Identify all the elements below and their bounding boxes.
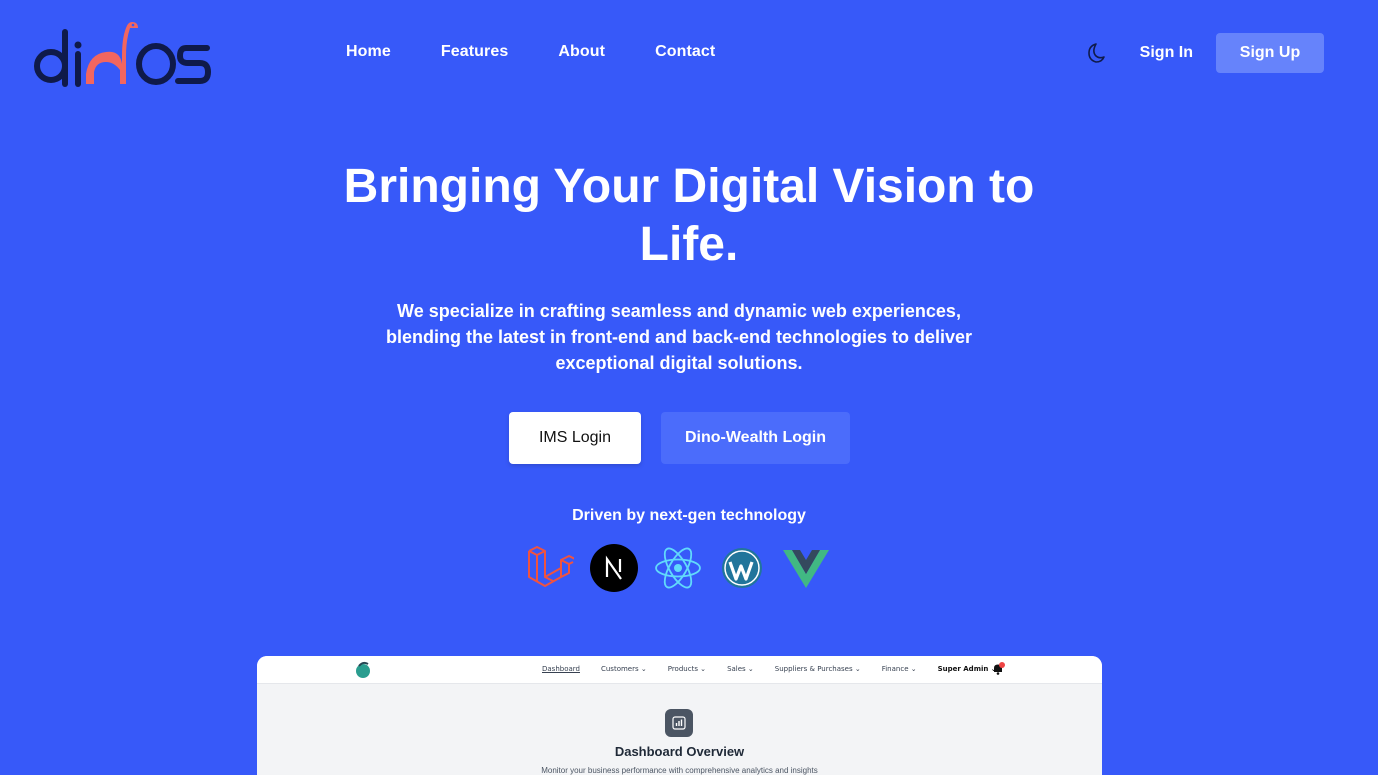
site-header: Home Features About Contact Sign In Sign… bbox=[0, 0, 1378, 106]
hero-title-line-2: Life. bbox=[639, 218, 739, 271]
header-actions: Sign In Sign Up bbox=[1082, 33, 1324, 73]
ims-login-button[interactable]: IMS Login bbox=[509, 412, 641, 464]
preview-nav-super-admin[interactable]: Super Admin ⌄ bbox=[938, 665, 997, 673]
wordpress-icon bbox=[718, 543, 766, 593]
hero-title: Bringing Your Digital Vision to Life. bbox=[0, 158, 1378, 274]
preview-title: Dashboard Overview bbox=[614, 744, 745, 759]
preview-nav-finance[interactable]: Finance ⌄ bbox=[882, 665, 917, 673]
nav-about[interactable]: About bbox=[558, 43, 605, 61]
dino-wealth-login-button[interactable]: Dino-Wealth Login bbox=[661, 412, 850, 464]
vue-icon bbox=[782, 543, 830, 593]
nav-contact[interactable]: Contact bbox=[655, 43, 715, 61]
preview-nav-sales[interactable]: Sales ⌄ bbox=[727, 665, 754, 673]
preview-nav-dashboard[interactable]: Dashboard bbox=[542, 665, 580, 673]
tech-label: Driven by next-gen technology bbox=[572, 507, 806, 524]
dashboard-preview: Dashboard Customers ⌄ Products ⌄ Sales ⌄… bbox=[257, 656, 1102, 775]
preview-nav-customers[interactable]: Customers ⌄ bbox=[601, 665, 647, 673]
sign-in-link[interactable]: Sign In bbox=[1140, 44, 1193, 62]
preview-subtitle: Monitor your business performance with c… bbox=[541, 766, 818, 775]
react-icon bbox=[654, 543, 702, 593]
preview-navbar: Dashboard Customers ⌄ Products ⌄ Sales ⌄… bbox=[257, 656, 1102, 684]
nav-home[interactable]: Home bbox=[346, 43, 391, 61]
preview-nav-suppliers[interactable]: Suppliers & Purchases ⌄ bbox=[775, 665, 861, 673]
nav-features[interactable]: Features bbox=[441, 43, 509, 61]
bell-icon[interactable] bbox=[991, 662, 1005, 676]
chart-icon bbox=[665, 709, 693, 737]
hero-subtitle: We specialize in crafting seamless and d… bbox=[385, 301, 973, 373]
preview-nav: Dashboard Customers ⌄ Products ⌄ Sales ⌄… bbox=[542, 665, 997, 673]
dinos-logo[interactable] bbox=[34, 16, 214, 88]
main-nav: Home Features About Contact bbox=[346, 43, 715, 61]
preview-nav-products[interactable]: Products ⌄ bbox=[668, 665, 706, 673]
moon-icon[interactable] bbox=[1082, 41, 1106, 65]
sign-up-button[interactable]: Sign Up bbox=[1216, 33, 1324, 73]
laravel-icon bbox=[526, 543, 574, 593]
tech-icons bbox=[526, 543, 830, 593]
hero-title-line-1: Bringing Your Digital Vision to bbox=[343, 160, 1035, 213]
hero-buttons: IMS Login Dino-Wealth Login bbox=[509, 412, 850, 464]
nextjs-icon bbox=[590, 543, 638, 593]
preview-logo-icon bbox=[356, 661, 370, 678]
